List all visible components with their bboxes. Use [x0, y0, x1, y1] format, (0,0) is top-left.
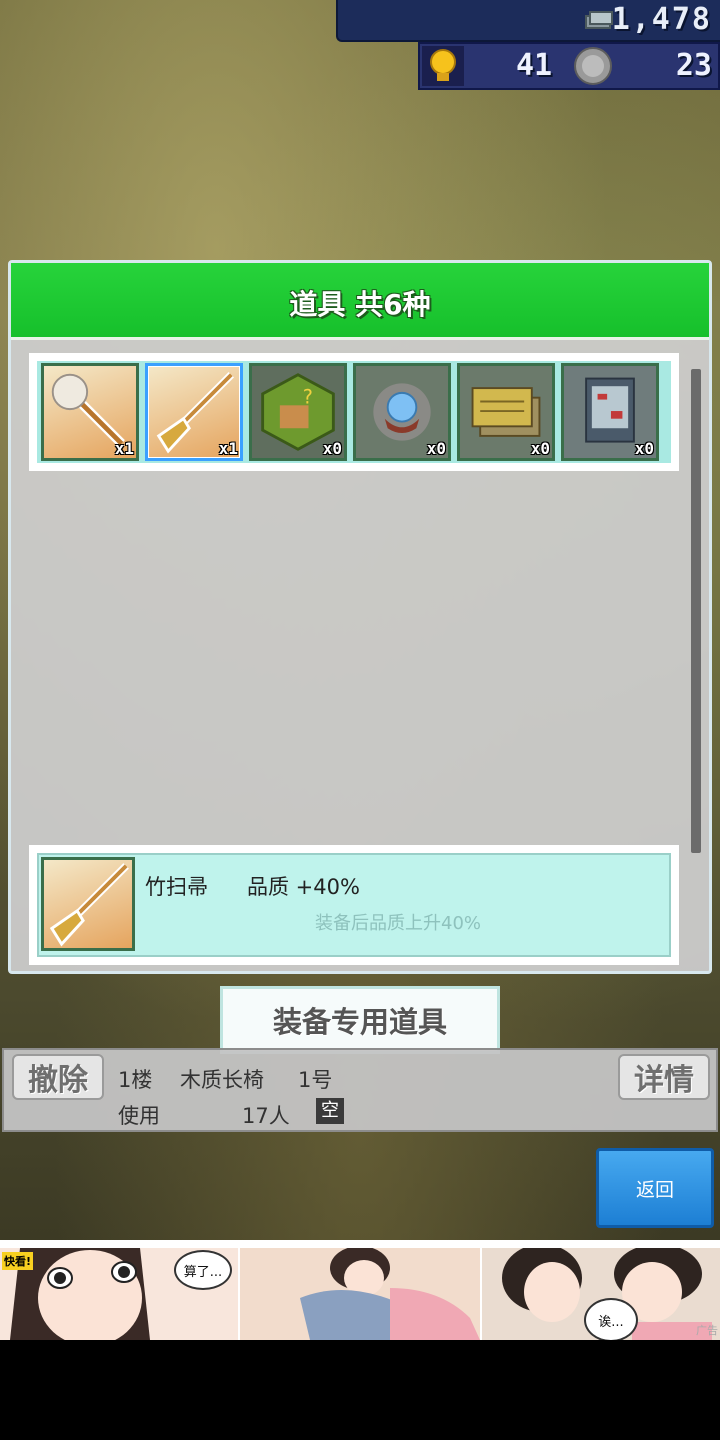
ad-panel-1: 快看! 算了... — [0, 1243, 238, 1340]
comic-couple-image — [300, 1246, 480, 1340]
item-qty: x0 — [426, 439, 446, 458]
broom-icon — [49, 863, 129, 947]
item-bamboo-broom[interactable]: x1 — [145, 363, 243, 461]
selected-item-stat: 品质 +40% — [247, 875, 360, 899]
item-qty: x0 — [634, 439, 654, 458]
item-tickets[interactable]: x0 — [457, 363, 555, 461]
ad-panel-3: 诶... 广告 — [482, 1244, 720, 1340]
selected-item-icon — [41, 857, 135, 951]
facility-name: 木质长椅 — [180, 1068, 264, 1092]
item-crystal-ball[interactable]: x0 — [353, 363, 451, 461]
item-qty: x0 — [322, 439, 342, 458]
usage-count: 17人 — [242, 1104, 290, 1128]
money-value: 1,478 — [611, 2, 712, 37]
medal-value: 23 — [675, 48, 712, 83]
item-qty: x0 — [530, 439, 550, 458]
list-scrollbar[interactable] — [691, 369, 701, 853]
remove-button[interactable]: 撤除 — [12, 1054, 104, 1100]
selected-item-name: 竹扫帚 — [145, 875, 208, 899]
selected-item-description: 装备后品质上升40% — [315, 913, 482, 934]
bulb-value: 41 — [516, 48, 553, 83]
item-mystery-building[interactable]: ? x0 — [249, 363, 347, 461]
speech-bubble: 算了... — [174, 1250, 232, 1290]
cash-icon — [585, 11, 613, 29]
money-counter: 1,478 — [336, 0, 720, 42]
details-button[interactable]: 详情 — [618, 1054, 710, 1100]
equip-item-button[interactable]: 装备专用道具 — [220, 986, 500, 1054]
dialog-header: 道具 共6种 — [11, 263, 709, 340]
item-qty: x1 — [114, 439, 134, 458]
item-book[interactable]: x0 — [561, 363, 659, 461]
back-button[interactable]: 返回 — [596, 1148, 714, 1228]
items-dialog: 道具 共6种 x1 x1 ? x0 x0 x0 x0 竹扫帚 品质 +40% 装… — [8, 260, 712, 974]
ad-mark: 广告 — [696, 1324, 718, 1337]
ad-banner[interactable]: 快看! 算了... 诶... 广告 — [0, 1240, 720, 1340]
floor-label: 1楼 — [118, 1068, 153, 1092]
status-badge: 空 — [316, 1098, 344, 1124]
resource-counter: 41 23 — [418, 42, 720, 90]
dialog-title: 道具 共6种 — [289, 288, 431, 321]
svg-text:?: ? — [303, 385, 313, 408]
ad-tag: 快看! — [2, 1252, 34, 1270]
bulb-icon — [422, 46, 464, 86]
facility-info-bar: 撤除 详情 1楼 木质长椅 1号 使用 17人 — [2, 1048, 718, 1132]
usage-label: 使用 — [118, 1104, 160, 1128]
speech-bubble: 诶... — [584, 1298, 638, 1340]
item-duster[interactable]: x1 — [41, 363, 139, 461]
facility-number: 1号 — [298, 1068, 333, 1092]
item-detail-panel: 竹扫帚 品质 +40% 装备后品质上升40% — [29, 845, 679, 965]
ad-panel-2 — [240, 1246, 480, 1340]
item-qty: x1 — [218, 439, 238, 458]
medal-icon — [570, 46, 616, 86]
item-list: x1 x1 ? x0 x0 x0 x0 — [29, 353, 679, 471]
